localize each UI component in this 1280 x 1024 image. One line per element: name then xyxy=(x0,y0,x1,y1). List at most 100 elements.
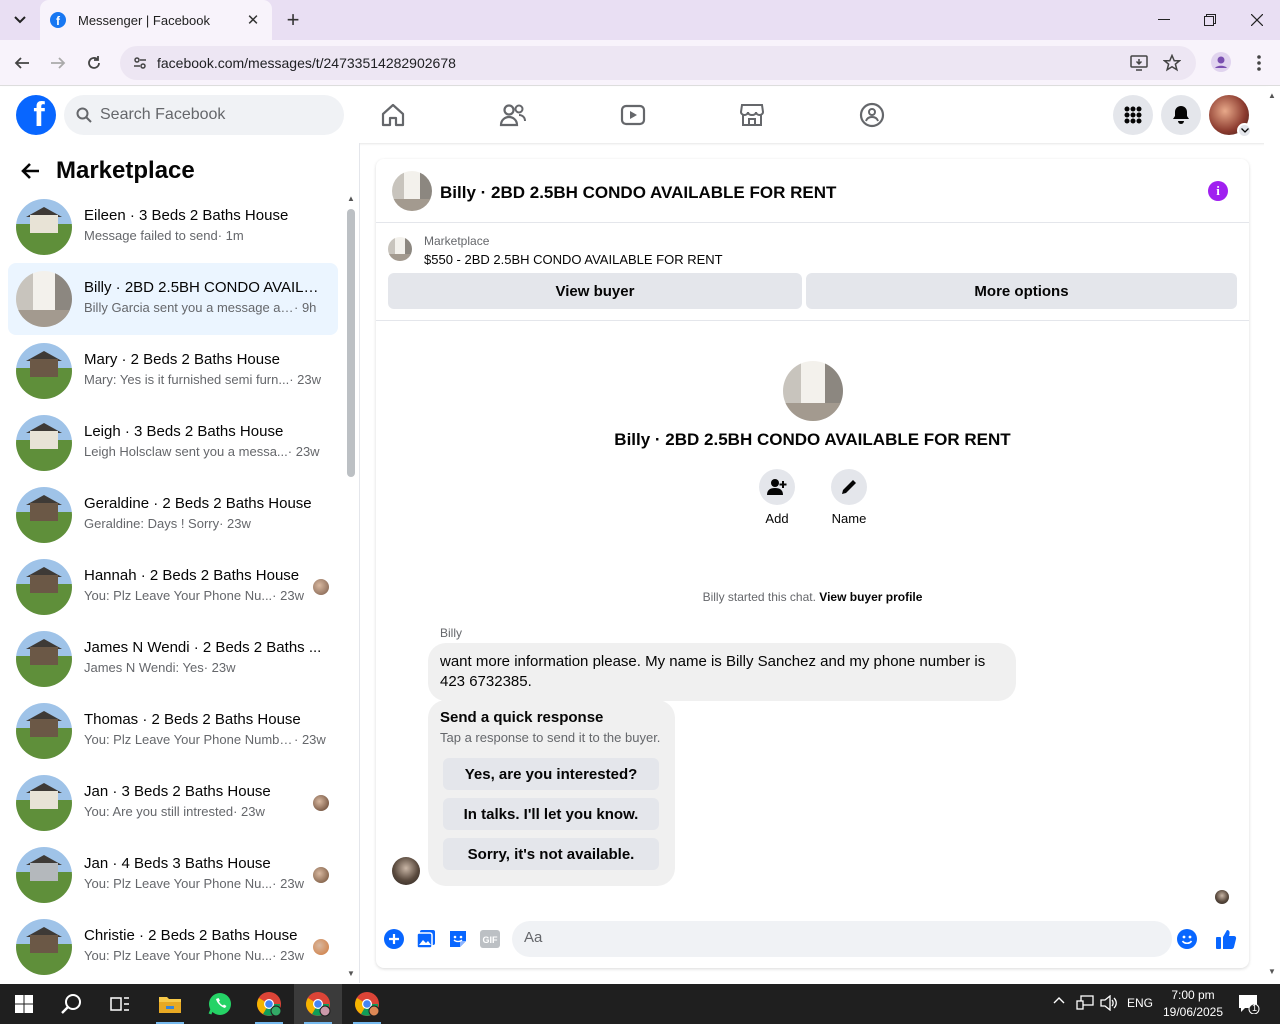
restore-button[interactable] xyxy=(1187,0,1233,40)
browser-tab-strip: f Messenger | Facebook ✕ + xyxy=(0,0,1280,40)
conversation-snippet: You: Plz Leave Your Phone Nu... · 23w xyxy=(84,948,304,963)
conversation-row[interactable]: Christie · 2 Beds 2 Baths House You: Plz … xyxy=(8,911,338,983)
close-window-button[interactable] xyxy=(1234,0,1280,40)
facebook-search[interactable] xyxy=(64,95,344,135)
clock[interactable]: 7:00 pm 19/06/2025 xyxy=(1158,987,1228,1021)
bookmark-star-icon[interactable] xyxy=(1162,53,1182,73)
scroll-up-arrow-icon[interactable]: ▲ xyxy=(347,194,355,203)
facebook-logo[interactable]: f xyxy=(16,95,56,135)
photo-icon[interactable] xyxy=(415,928,437,950)
page-scroll-down-icon[interactable]: ▼ xyxy=(1268,967,1276,976)
windows-taskbar: ENG 7:00 pm 19/06/2025 1 xyxy=(0,984,1280,1024)
message-input-box[interactable] xyxy=(512,921,1172,957)
conversation-row[interactable]: Mary · 2 Beds 2 Baths House Mary: Yes is … xyxy=(8,335,338,407)
clock-time: 7:00 pm xyxy=(1171,988,1215,1002)
view-buyer-button[interactable]: View buyer xyxy=(388,273,802,309)
sticker-icon[interactable] xyxy=(447,928,469,950)
chrome-profile-2-icon[interactable] xyxy=(294,984,342,1024)
thumbs-up-icon[interactable] xyxy=(1215,928,1237,950)
back-arrow-icon[interactable] xyxy=(20,162,40,180)
search-input[interactable] xyxy=(100,106,320,124)
name-action[interactable]: Name xyxy=(819,469,879,526)
home-icon[interactable] xyxy=(379,101,407,129)
reload-button[interactable] xyxy=(82,51,106,75)
groups-icon[interactable] xyxy=(858,101,886,129)
conversation-row[interactable]: James N Wendi · 2 Beds 2 Baths ... James … xyxy=(8,623,338,695)
conversation-name: Jan · 3 Beds 2 Baths House xyxy=(84,783,271,800)
page-scrollbar[interactable]: ▲ ▼ xyxy=(1264,87,1280,983)
panel-header: Marketplace xyxy=(20,157,195,185)
conversation-snippet: You: Plz Leave Your Phone Numbe... · 23w xyxy=(84,732,326,747)
notification-center-icon[interactable]: 1 xyxy=(1238,994,1260,1014)
snippet-time: · 23w xyxy=(294,732,326,747)
chrome-profile-3-icon[interactable] xyxy=(343,984,391,1024)
new-tab-button[interactable]: + xyxy=(281,7,305,32)
conversation-row[interactable]: Thomas · 2 Beds 2 Baths House You: Plz Le… xyxy=(8,695,338,767)
listing-price-title[interactable]: $550 - 2BD 2.5BH CONDO AVAILABLE FOR REN… xyxy=(424,252,723,267)
gif-icon[interactable]: GIF xyxy=(479,928,501,950)
add-label: Add xyxy=(765,511,789,526)
forward-button[interactable] xyxy=(46,51,70,75)
conversation-row[interactable]: Geraldine · 2 Beds 2 Baths House Geraldin… xyxy=(8,479,338,551)
conversation-row[interactable]: Leigh · 3 Beds 2 Baths House Leigh Holscl… xyxy=(8,407,338,479)
tab-close-icon[interactable]: ✕ xyxy=(244,11,262,29)
conversation-name: Billy · 2BD 2.5BH CONDO AVAILABLE FOR RE… xyxy=(84,279,324,296)
conversations: Eileen · 3 Beds 2 Baths House Message fai… xyxy=(8,191,338,983)
volume-icon[interactable] xyxy=(1100,995,1118,1011)
minimize-button[interactable] xyxy=(1141,0,1187,40)
menu-grid-button[interactable] xyxy=(1113,95,1153,135)
listing-thumbnail xyxy=(16,703,72,759)
scrollbar-thumb[interactable] xyxy=(347,209,355,477)
page-scroll-up-icon[interactable]: ▲ xyxy=(1268,91,1276,100)
task-view-icon[interactable] xyxy=(96,984,144,1024)
taskbar-search-icon[interactable] xyxy=(48,984,96,1024)
conversation-row[interactable]: Hannah · 2 Beds 2 Baths House You: Plz Le… xyxy=(8,551,338,623)
file-explorer-icon[interactable] xyxy=(146,984,194,1024)
friends-icon[interactable] xyxy=(499,101,527,129)
watch-video-icon[interactable] xyxy=(619,101,647,129)
tab-search-button[interactable] xyxy=(6,7,34,33)
snippet-time: · 23w xyxy=(272,948,304,963)
plus-circle-icon[interactable] xyxy=(383,928,405,950)
scroll-down-arrow-icon[interactable]: ▼ xyxy=(347,969,355,978)
quick-response-yes[interactable]: Yes, are you interested? xyxy=(443,758,659,790)
emoji-icon[interactable] xyxy=(1176,928,1198,950)
browser-tab-messenger[interactable]: f Messenger | Facebook ✕ xyxy=(40,0,272,40)
conversation-row[interactable]: Jan · 3 Beds 2 Baths House You: Are you s… xyxy=(8,767,338,839)
chat-avatar[interactable] xyxy=(392,171,432,211)
chat-title[interactable]: Billy · 2BD 2.5BH CONDO AVAILABLE FOR RE… xyxy=(440,183,836,203)
conversation-row[interactable]: Jan · 4 Beds 3 Baths House You: Plz Leave… xyxy=(8,839,338,911)
install-app-icon[interactable] xyxy=(1129,53,1149,73)
network-icon[interactable] xyxy=(1076,995,1094,1011)
site-info-icon[interactable] xyxy=(128,51,152,75)
add-action[interactable]: Add xyxy=(747,469,807,526)
snippet-time: · 23w xyxy=(233,804,265,819)
browser-menu-icon[interactable] xyxy=(1247,51,1271,75)
back-button[interactable] xyxy=(10,51,34,75)
account-avatar[interactable] xyxy=(1209,95,1252,138)
snippet-time: · 1m xyxy=(217,228,244,243)
chat-panel: Billy · 2BD 2.5BH CONDO AVAILABLE FOR RE… xyxy=(376,159,1249,968)
address-bar[interactable]: facebook.com/messages/t/2473351428290267… xyxy=(120,46,1196,80)
conversation-row[interactable]: Billy · 2BD 2.5BH CONDO AVAILABLE FOR RE… xyxy=(8,263,338,335)
notifications-button[interactable] xyxy=(1161,95,1201,135)
language-indicator[interactable]: ENG xyxy=(1127,996,1153,1010)
quick-response-not-available[interactable]: Sorry, it's not available. xyxy=(443,838,659,870)
more-options-button[interactable]: More options xyxy=(806,273,1237,309)
message-input[interactable] xyxy=(524,929,1124,946)
start-windows-icon[interactable] xyxy=(0,984,48,1024)
whatsapp-icon[interactable] xyxy=(196,984,244,1024)
clock-date: 19/06/2025 xyxy=(1162,1005,1224,1019)
show-hidden-icons-chevron-up-icon[interactable] xyxy=(1053,996,1065,1004)
view-buyer-profile-link[interactable]: View buyer profile xyxy=(819,590,922,604)
sender-avatar[interactable] xyxy=(392,857,420,885)
marketplace-icon[interactable] xyxy=(738,101,766,129)
add-person-icon xyxy=(759,469,795,505)
profile-icon[interactable] xyxy=(1209,50,1233,74)
profile-avatar xyxy=(783,361,843,421)
quick-response-in-talks[interactable]: In talks. I'll let you know. xyxy=(443,798,659,830)
info-icon[interactable]: i xyxy=(1208,181,1228,201)
conversation-row[interactable]: Eileen · 3 Beds 2 Baths House Message fai… xyxy=(8,191,338,263)
snippet-time: · 9h xyxy=(294,300,317,315)
chrome-profile-1-icon[interactable] xyxy=(245,984,293,1024)
